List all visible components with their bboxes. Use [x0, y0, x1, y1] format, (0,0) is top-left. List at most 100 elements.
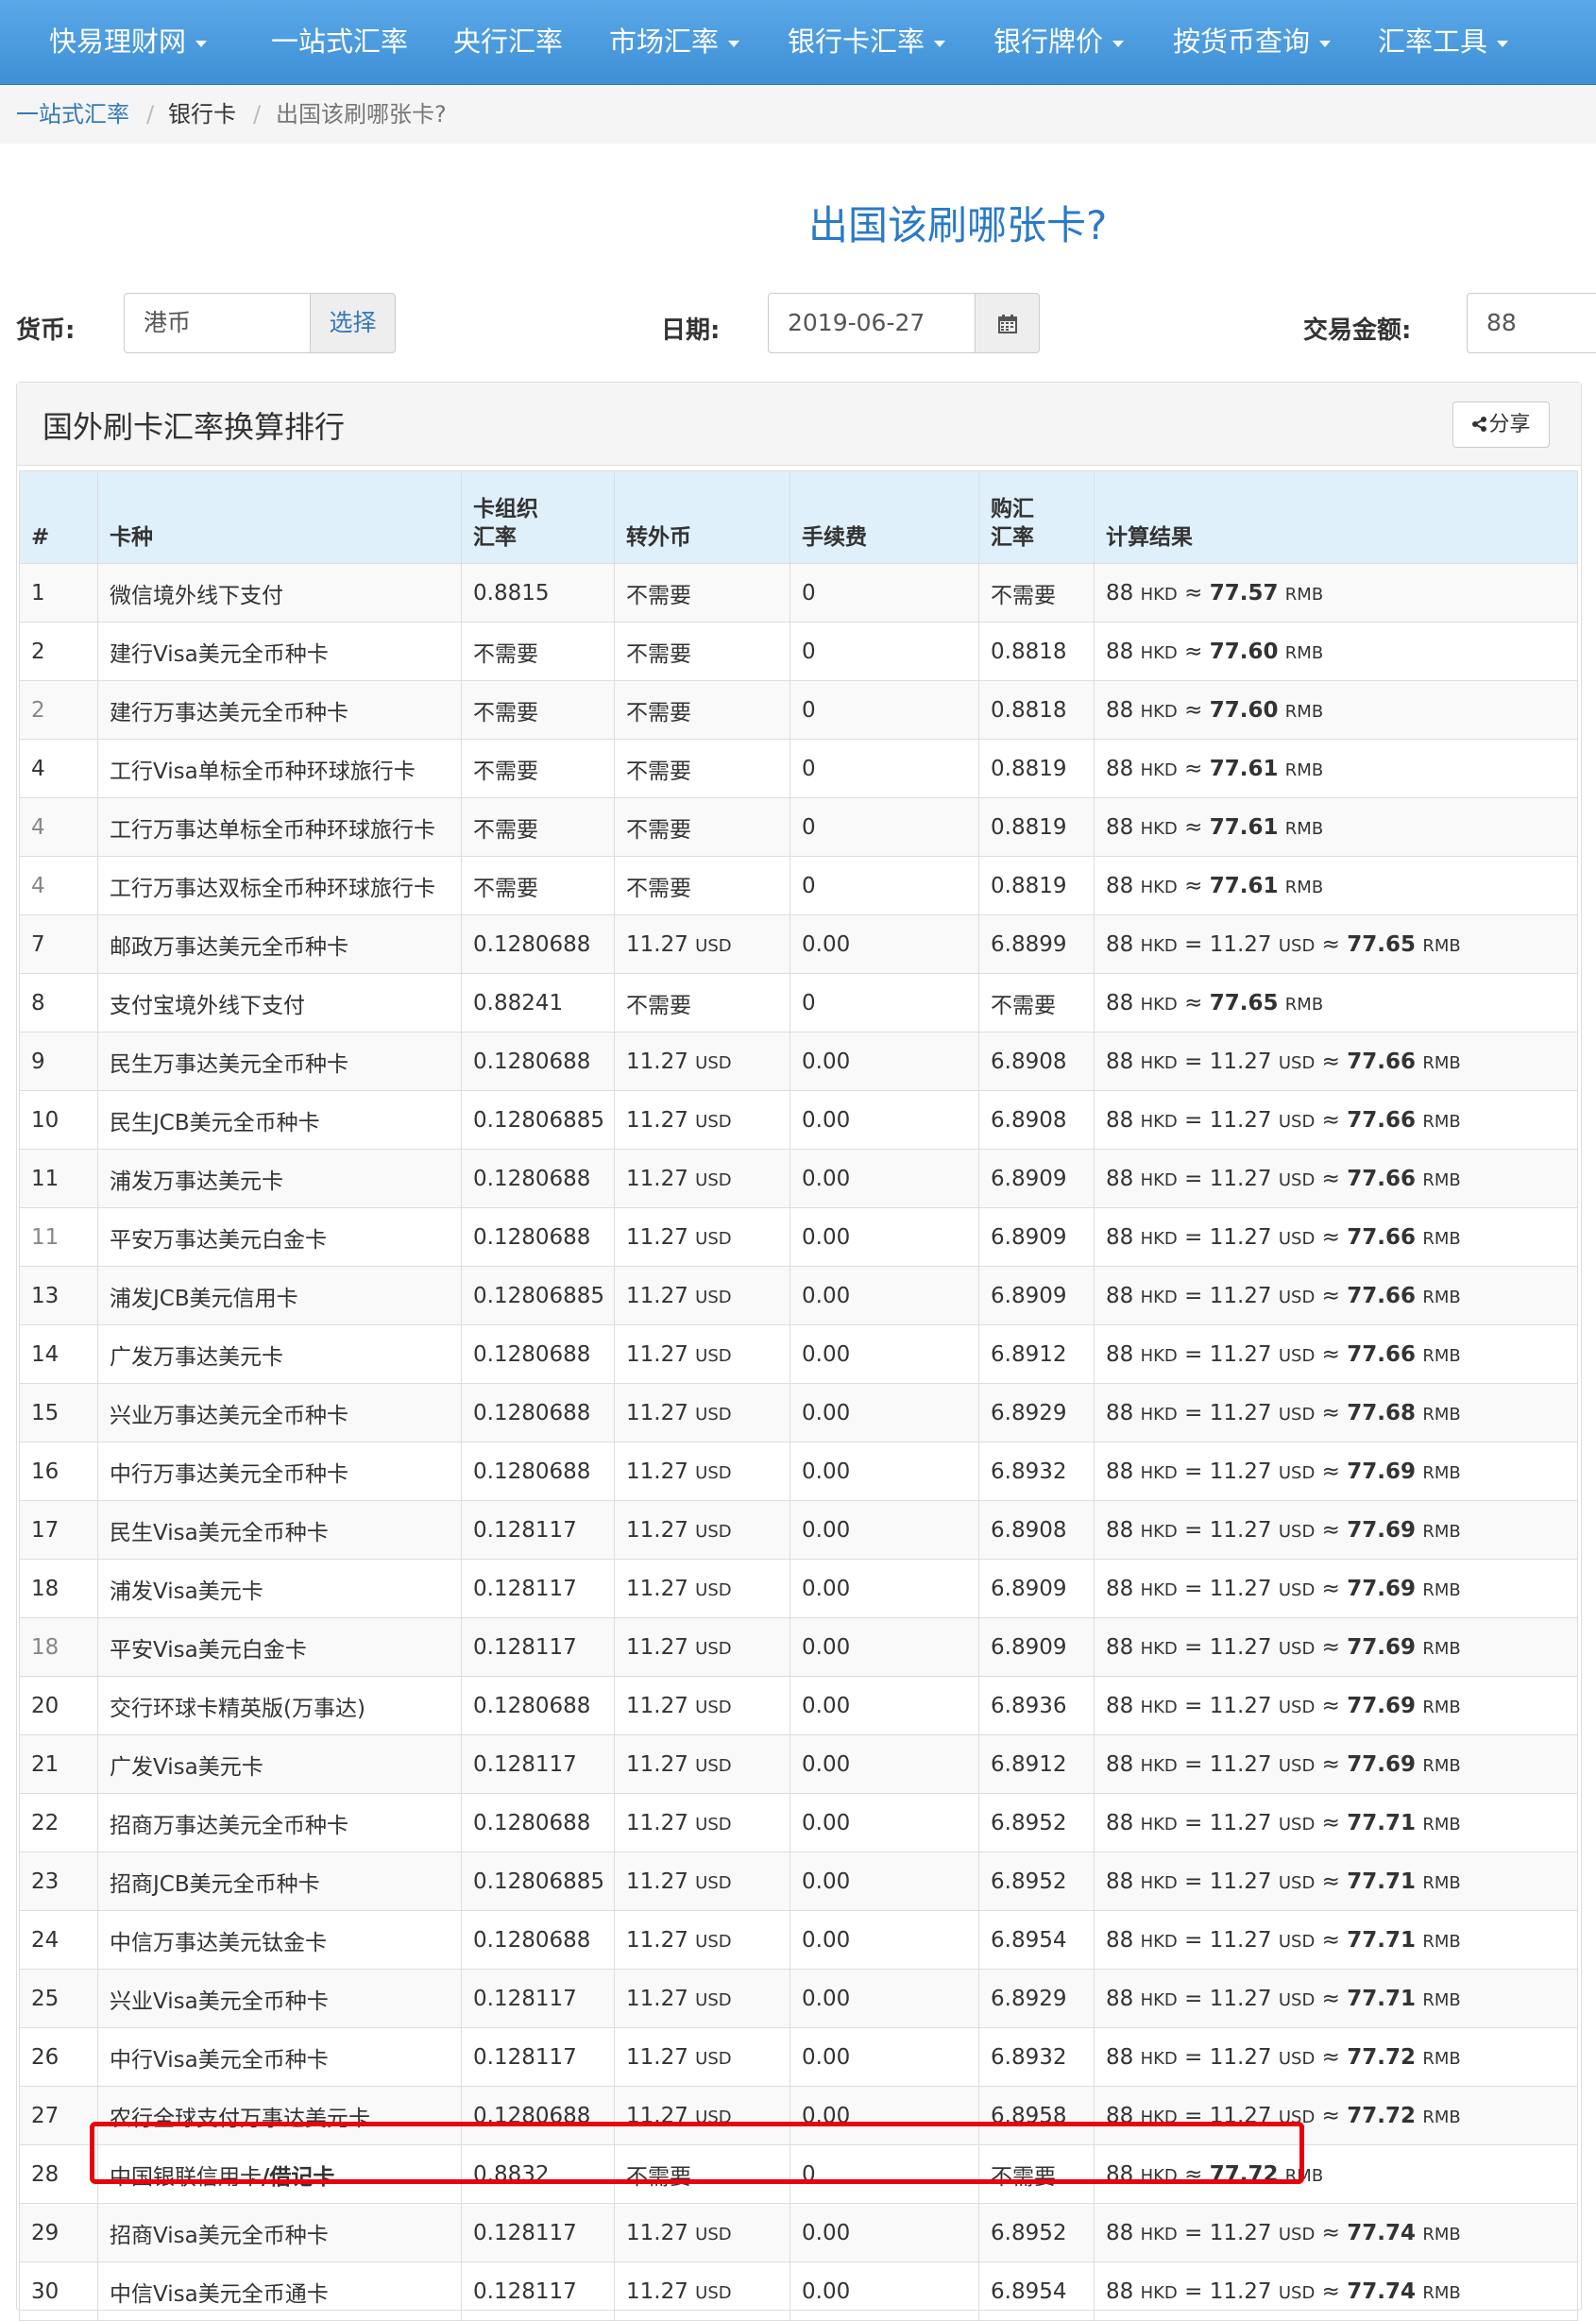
cell-buy-rate: 6.8936 [978, 1676, 1095, 1735]
cell-org-rate: 0.1280688 [461, 1032, 615, 1091]
currency-input[interactable]: 港币 [124, 293, 311, 353]
col-fee[interactable]: 手续费 [790, 470, 979, 564]
cell-convert: 11.27 USD [614, 2203, 790, 2262]
convert-value: 不需要 [626, 641, 691, 667]
card-name: 支付宝境外线下支付 [110, 993, 305, 1018]
cell-org-rate: 0.128117 [461, 2027, 615, 2087]
col-org-rate[interactable]: 卡组织 汇率 [461, 470, 615, 564]
share-button[interactable]: 分享 [1452, 401, 1550, 448]
col-buy-rate[interactable]: 购汇 汇率 [978, 470, 1095, 564]
cell-rank: 13 [19, 1266, 98, 1325]
breadcrumb-home[interactable]: 一站式汇率 [16, 85, 129, 144]
cell-fee: 0.00 [790, 1383, 979, 1442]
currency-label: 货币: [16, 316, 76, 345]
nav-item-one-stop[interactable]: 一站式汇率 [271, 0, 408, 84]
cell-org-rate: 0.128117 [461, 1617, 615, 1677]
table-row: 25 兴业Visa美元全币种卡 0.128117 11.27 USD 0.00 6.892… [19, 1969, 1578, 2028]
date-input[interactable]: 2019-06-27 [768, 293, 976, 353]
cell-org-rate: 不需要 [461, 856, 615, 915]
cell-convert: 11.27 USD [614, 1442, 790, 1501]
result-from-currency: HKD [1140, 1989, 1178, 2010]
cell-rank: 18 [19, 1559, 98, 1618]
card-name: 招商JCB美元全币种卡 [110, 1871, 320, 1897]
result-rmb: 77.72 [1347, 2044, 1417, 2070]
breadcrumb-section[interactable]: 银行卡 [168, 85, 236, 144]
cell-result: 88 HKD ≈ 77.60 RMB [1094, 622, 1578, 681]
col-card[interactable]: 卡种 [97, 470, 462, 564]
nav-item-by-currency[interactable]: 按货币查询 [1173, 0, 1332, 84]
cell-convert: 11.27 USD [614, 1793, 790, 1852]
cell-result: 88 HKD = 11.27 USD ≈ 77.66 RMB [1094, 1149, 1578, 1208]
nav-item-tools[interactable]: 汇率工具 [1378, 0, 1509, 84]
convert-value: 11.27 [626, 1927, 688, 1953]
cell-card: 民生Visa美元全币种卡 [97, 1500, 462, 1560]
convert-value: 11.27 [626, 1634, 688, 1660]
cell-convert: 11.27 USD [614, 1969, 790, 2028]
result-rmb: 77.66 [1347, 1341, 1417, 1367]
cell-card: 兴业万事达美元全币种卡 [97, 1383, 462, 1442]
result-rmb-unit: RMB [1422, 1169, 1461, 1190]
chevron-down-icon [728, 40, 740, 47]
cell-buy-rate: 不需要 [978, 563, 1095, 623]
convert-unit: USD [695, 935, 732, 956]
cell-buy-rate: 0.8818 [978, 622, 1095, 681]
result-usd-unit: USD [1278, 1228, 1316, 1249]
result-usd-unit: USD [1278, 1579, 1316, 1600]
cell-rank: 21 [19, 1734, 98, 1794]
convert-value: 11.27 [626, 931, 688, 957]
amount-input[interactable]: 88 [1467, 293, 1596, 353]
result-amount: 88 [1106, 1576, 1134, 1601]
convert-value: 11.27 [626, 1810, 688, 1835]
result-rmb: 77.69 [1347, 1751, 1417, 1777]
col-rank[interactable]: # [19, 470, 98, 564]
col-convert[interactable]: 转外币 [614, 470, 790, 564]
card-name: 平安Visa美元白金卡 [110, 1637, 307, 1663]
table-header-row: # 卡种 卡组织 汇率 转外币 手续费 购汇 汇率 计算结果 [19, 470, 1578, 564]
result-rmb-unit: RMB [1422, 1931, 1461, 1952]
cell-convert: 11.27 USD [614, 914, 790, 974]
result-usd: 11.27 [1209, 1751, 1272, 1777]
col-result[interactable]: 计算结果 [1094, 470, 1578, 564]
convert-unit: USD [695, 2048, 732, 2069]
cell-buy-rate: 6.8909 [978, 1266, 1095, 1325]
nav-item-bankcard[interactable]: 银行卡汇率 [788, 0, 946, 84]
result-rmb: 77.66 [1347, 1049, 1417, 1074]
cell-buy-rate: 不需要 [978, 973, 1095, 1033]
cell-fee: 0 [790, 680, 979, 740]
cell-fee: 0.00 [790, 1266, 979, 1325]
cell-card: 中信万事达美元钛金卡 [97, 1910, 462, 1970]
nav-item-central-bank[interactable]: 央行汇率 [453, 0, 563, 84]
cell-buy-rate: 6.8909 [978, 1149, 1095, 1208]
nav-brand[interactable]: 快易理财网 [49, 0, 208, 84]
card-name: 浦发Visa美元卡 [110, 1579, 263, 1604]
cell-buy-rate: 6.8908 [978, 1032, 1095, 1091]
result-from-currency: HKD [1140, 759, 1178, 780]
result-rmb-unit: RMB [1284, 994, 1324, 1015]
table-row: 11 平安万事达美元白金卡 0.1280688 11.27 USD 0.00 6.8909… [19, 1207, 1578, 1267]
table-row: 11 浦发万事达美元卡 0.1280688 11.27 USD 0.00 6.8909 88… [19, 1149, 1578, 1208]
cell-buy-rate: 6.8932 [978, 1442, 1095, 1501]
result-usd-unit: USD [1278, 1872, 1316, 1893]
currency-select-button[interactable]: 选择 [310, 293, 396, 353]
result-from-currency: HKD [1140, 818, 1178, 839]
cell-card: 招商Visa美元全币种卡 [97, 2203, 462, 2262]
table-row: 14 广发万事达美元卡 0.1280688 11.27 USD 0.00 6.8912 88… [19, 1324, 1578, 1384]
result-amount: 88 [1106, 1751, 1134, 1777]
result-amount: 88 [1106, 1693, 1134, 1718]
result-rmb: 77.66 [1347, 1107, 1417, 1133]
panel-title: 国外刷卡汇率换算排行 [42, 409, 346, 445]
result-usd-unit: USD [1278, 1287, 1316, 1307]
result-rmb-unit: RMB [1422, 1111, 1461, 1132]
calendar-button[interactable] [975, 293, 1040, 353]
result-rmb: 77.71 [1347, 1986, 1417, 2011]
nav-item-bank-quote[interactable]: 银行牌价 [993, 0, 1125, 84]
cell-result: 88 HKD = 11.27 USD ≈ 77.66 RMB [1094, 1207, 1578, 1267]
result-amount: 88 [1106, 580, 1134, 606]
result-amount: 88 [1106, 1283, 1134, 1308]
result-amount: 88 [1106, 1049, 1134, 1074]
convert-unit: USD [695, 1638, 732, 1659]
nav-item-market[interactable]: 市场汇率 [609, 0, 740, 84]
card-name: 招商Visa美元全币种卡 [110, 2223, 329, 2248]
cell-org-rate: 0.12806885 [461, 1090, 615, 1150]
convert-unit: USD [695, 1287, 732, 1307]
